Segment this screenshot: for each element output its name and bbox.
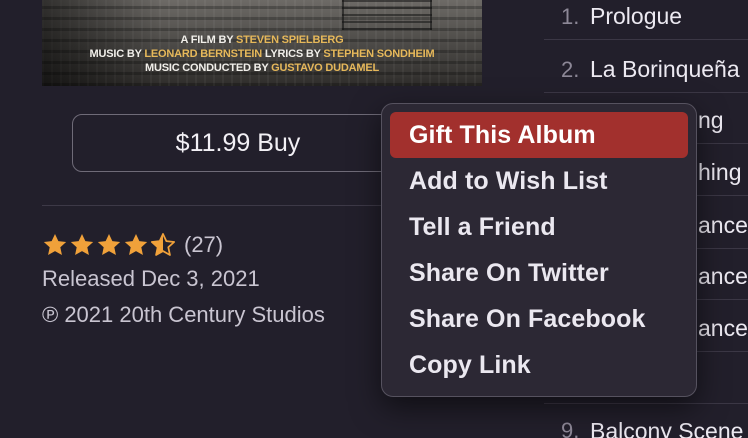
track-title: ng <box>698 107 724 133</box>
menu-item-tell-a-friend[interactable]: Tell a Friend <box>390 204 688 250</box>
track-title: Prologue <box>590 3 683 29</box>
track-number: 1. <box>561 3 580 29</box>
menu-item-label: Share On Twitter <box>409 258 609 287</box>
buy-button[interactable]: $11.99 Buy <box>72 114 404 172</box>
track-title: La Borinqueña <box>590 56 740 82</box>
menu-item-copy-link[interactable]: Copy Link <box>390 342 688 388</box>
share-context-menu: Gift This Album Add to Wish List Tell a … <box>381 103 697 397</box>
menu-item-gift-album[interactable]: Gift This Album <box>390 112 688 158</box>
buy-button-label: $11.99 Buy <box>175 128 301 157</box>
copyright: ℗ 2021 20th Century Studios <box>42 302 325 327</box>
menu-item-label: Tell a Friend <box>409 212 556 241</box>
track-title: Balcony Scene <box>590 417 744 438</box>
menu-item-add-to-wish-list[interactable]: Add to Wish List <box>390 158 688 204</box>
album-credits: A FILM BY STEVEN SPIELBERG MUSIC BY LEON… <box>42 33 482 75</box>
track-row[interactable]: 2. La Borinqueña <box>544 47 748 93</box>
track-title: hing <box>698 159 742 185</box>
album-artwork: A FILM BY STEVEN SPIELBERG MUSIC BY LEON… <box>42 0 482 86</box>
track-number: 9. <box>561 418 580 438</box>
section-divider <box>42 205 392 206</box>
credit-line-1: A FILM BY STEVEN SPIELBERG <box>180 34 344 46</box>
release-date: Released Dec 3, 2021 <box>42 266 260 291</box>
credit-line-3: MUSIC CONDUCTED BY GUSTAVO DUDAMEL <box>145 62 379 74</box>
star-icon <box>124 233 148 255</box>
rating-count: (27) <box>184 232 224 257</box>
menu-item-label: Gift This Album <box>409 120 596 149</box>
menu-item-share-twitter[interactable]: Share On Twitter <box>390 250 688 296</box>
track-row[interactable]: 1. Prologue <box>544 0 748 40</box>
track-row[interactable]: 9. Balcony Scene <box>544 408 748 438</box>
track-title: ance <box>698 315 748 341</box>
track-title: ance <box>698 263 748 289</box>
star-icon <box>43 233 67 255</box>
star-half-icon <box>150 233 176 256</box>
track-title: ance <box>698 212 748 238</box>
menu-item-label: Add to Wish List <box>409 166 608 195</box>
rating-stars <box>42 232 176 258</box>
menu-item-share-facebook[interactable]: Share On Facebook <box>390 296 688 342</box>
credit-line-2: MUSIC BY LEONARD BERNSTEIN LYRICS BY STE… <box>89 48 435 60</box>
star-icon <box>70 233 94 255</box>
menu-item-label: Share On Facebook <box>409 304 646 333</box>
track-number: 2. <box>561 56 580 82</box>
rating: (27) <box>42 231 223 259</box>
menu-item-label: Copy Link <box>409 350 531 379</box>
star-icon <box>97 233 121 255</box>
